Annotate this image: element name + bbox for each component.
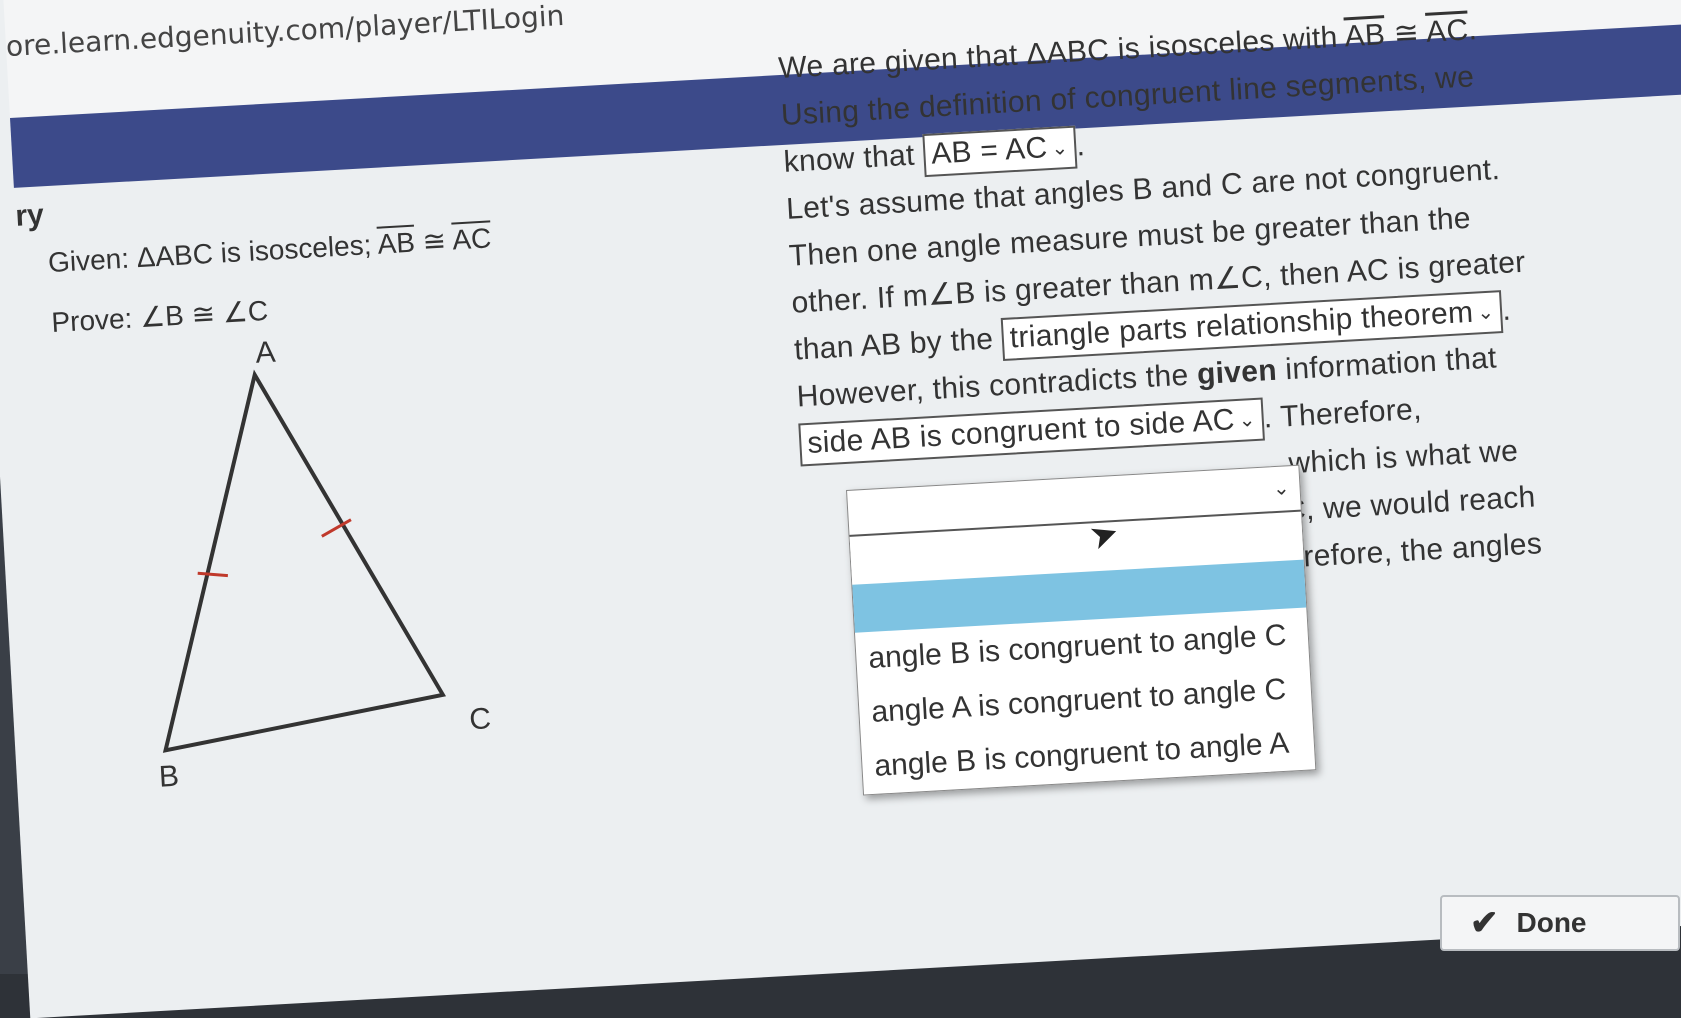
- prove-body: ∠B ≅ ∠C: [139, 294, 269, 334]
- chevron-down-icon: ⌄: [1272, 477, 1291, 501]
- vertex-a-label: A: [254, 335, 277, 370]
- given-seg-ab: AB: [376, 226, 416, 260]
- triangle-diagram: [162, 369, 447, 753]
- prove-statement: Prove: ∠B ≅ ∠C: [51, 294, 269, 339]
- chevron-down-icon: ⌄: [1238, 409, 1257, 432]
- given-prefix: Given: ΔABC is isosceles;: [47, 228, 379, 279]
- page-sheet: ore.learn.edgenuity.com/player/LTILogin …: [0, 0, 1681, 1018]
- done-label: Done: [1516, 907, 1587, 938]
- vertex-b-label: B: [158, 759, 180, 794]
- triangle-abc: [162, 369, 447, 753]
- vertex-c-label: C: [468, 702, 492, 737]
- tick-ab: [197, 571, 228, 578]
- checkmark-icon: ✔: [1470, 904, 1499, 942]
- given-seg-ac: AC: [451, 222, 492, 256]
- prove-label: Prove:: [50, 302, 134, 339]
- given-statement: Given: ΔABC is isosceles; AB ≅ AC: [47, 221, 492, 279]
- done-button[interactable]: ✔ Done: [1440, 895, 1680, 951]
- given-cong: ≅: [413, 224, 454, 258]
- chevron-down-icon: ⌄: [1476, 301, 1495, 325]
- nav-partial-text: ry: [14, 198, 45, 233]
- dropdown-segments[interactable]: AB = AC ⌄: [922, 125, 1078, 178]
- chevron-down-icon: ⌄: [1050, 137, 1070, 161]
- conclusion-dropdown-open[interactable]: ⌄ angle B is congruent to angle C angle …: [846, 464, 1317, 796]
